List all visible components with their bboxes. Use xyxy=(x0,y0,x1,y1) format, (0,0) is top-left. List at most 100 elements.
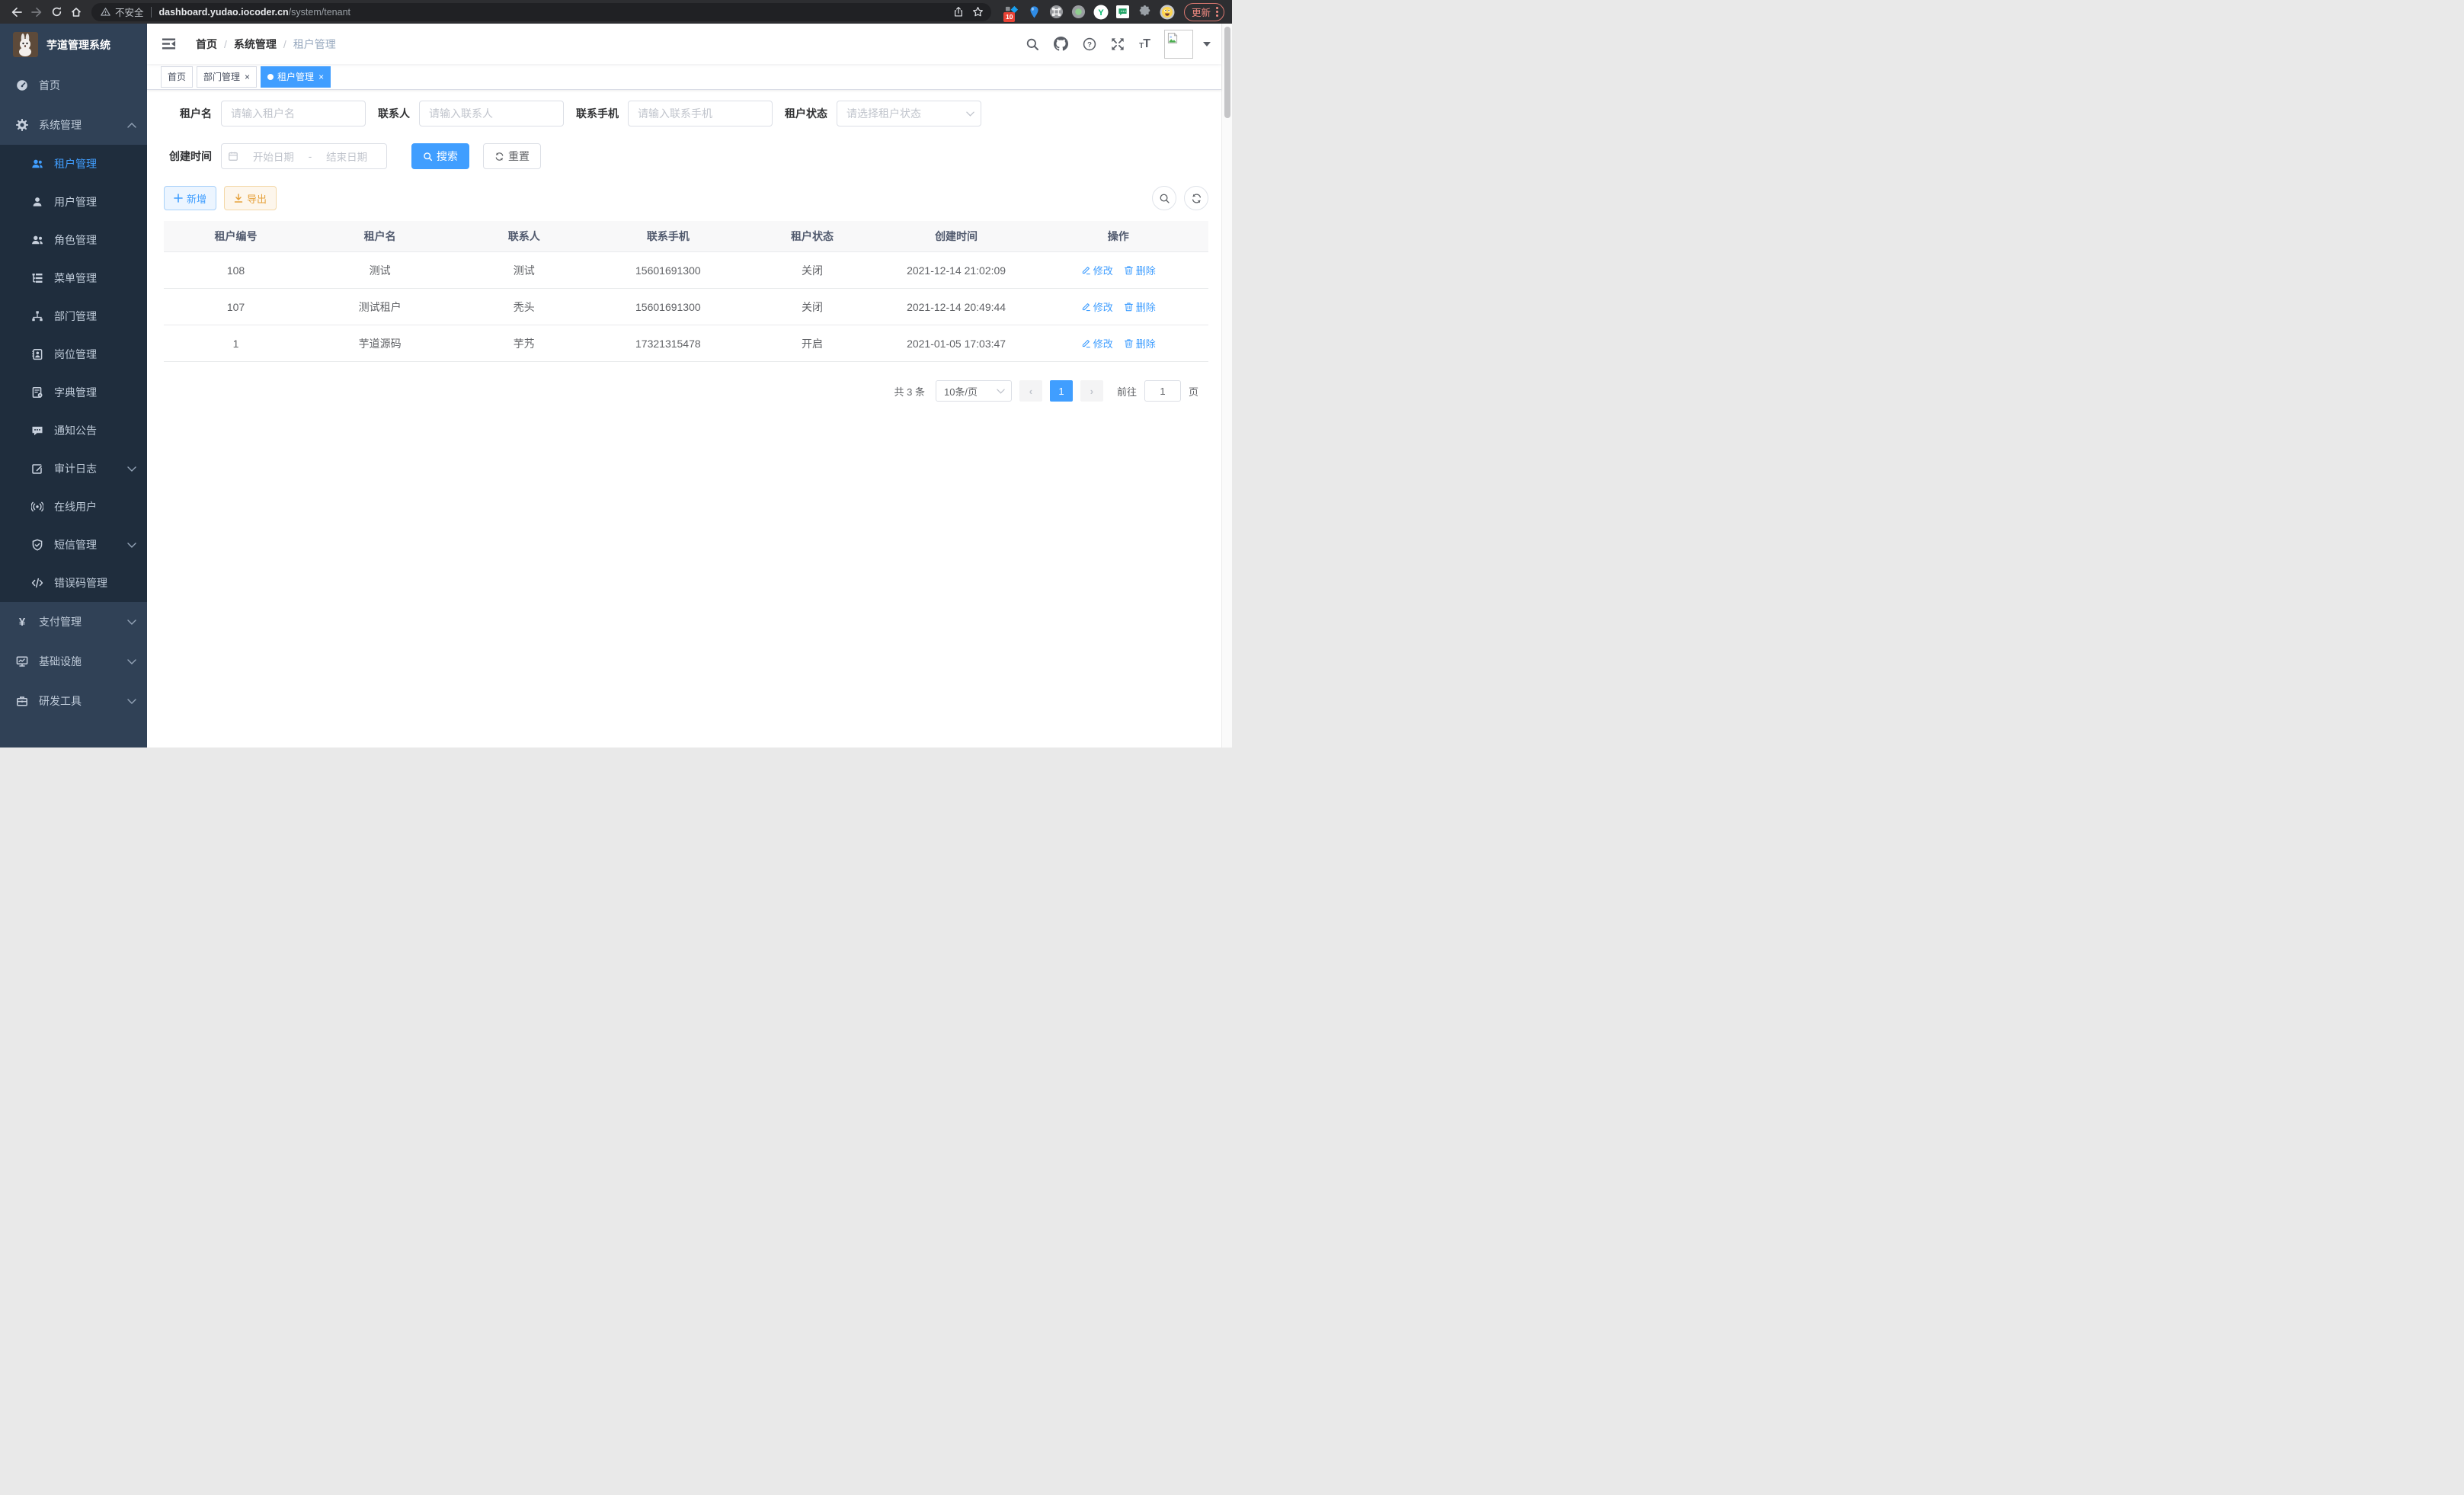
sidebar-item-role[interactable]: 角色管理 xyxy=(0,221,147,259)
sidebar-item-devtool[interactable]: 研发工具 xyxy=(0,681,147,721)
hide-search-button[interactable] xyxy=(1152,186,1176,210)
sidebar-item-audit[interactable]: 审计日志 xyxy=(0,450,147,488)
reload-icon[interactable] xyxy=(47,3,66,21)
filter-phone: 联系手机 xyxy=(576,101,773,126)
sidebar-item-errcode[interactable]: 错误码管理 xyxy=(0,564,147,602)
share-icon[interactable] xyxy=(949,3,968,21)
phone-input[interactable] xyxy=(628,101,773,126)
caret-down-icon[interactable] xyxy=(1203,42,1211,46)
trash-icon xyxy=(1124,302,1134,312)
sidebar-item-menu[interactable]: 菜单管理 xyxy=(0,259,147,297)
delete-label: 删除 xyxy=(1136,263,1156,277)
edit-link[interactable]: 修改 xyxy=(1081,263,1113,277)
forward-icon[interactable] xyxy=(27,3,46,21)
tab-label: 租户管理 xyxy=(277,70,314,83)
sidebar-item-infra[interactable]: 基础设施 xyxy=(0,642,147,681)
font-size-icon[interactable]: TT xyxy=(1139,38,1150,50)
next-page-button[interactable]: › xyxy=(1080,380,1103,402)
app-logo[interactable]: 芋道管理系统 xyxy=(0,24,147,66)
sidebar-item-dept[interactable]: 部门管理 xyxy=(0,297,147,335)
puzzle-extensions-icon[interactable] xyxy=(1138,5,1153,20)
sidebar-item-user[interactable]: 用户管理 xyxy=(0,183,147,221)
sidebar-item-system[interactable]: 系统管理 xyxy=(0,105,147,145)
breadcrumb-item[interactable]: 首页 xyxy=(196,37,217,52)
contact-input[interactable] xyxy=(419,101,564,126)
url-bar[interactable]: 不安全 dashboard.yudao.iocoder.cn/system/te… xyxy=(91,3,991,21)
help-icon[interactable]: ? xyxy=(1083,37,1096,51)
chevron-up-icon xyxy=(127,123,136,128)
profile-avatar-icon[interactable] xyxy=(1160,5,1175,20)
page-scrollbar[interactable] xyxy=(1221,24,1232,748)
book-icon xyxy=(30,386,44,399)
goto-page-input[interactable] xyxy=(1144,380,1181,402)
app-title: 芋道管理系统 xyxy=(46,37,110,53)
delete-link[interactable]: 删除 xyxy=(1124,263,1156,277)
search-icon[interactable] xyxy=(1026,37,1039,51)
tab-租户管理[interactable]: 租户管理 × xyxy=(261,66,331,88)
balloon-extension-icon[interactable] xyxy=(1027,5,1042,20)
hamburger-icon[interactable] xyxy=(162,37,176,51)
reset-button[interactable]: 重置 xyxy=(483,143,541,169)
home-icon[interactable] xyxy=(67,3,85,21)
chevron-down-icon xyxy=(127,659,136,664)
sidebar-item-label: 错误码管理 xyxy=(54,575,107,591)
tab-label: 部门管理 xyxy=(203,70,240,83)
sidebar-item-post[interactable]: 岗位管理 xyxy=(0,335,147,373)
sidebar-item-pay[interactable]: ¥支付管理 xyxy=(0,602,147,642)
sidebar-item-dict[interactable]: 字典管理 xyxy=(0,373,147,411)
tenant-name-input[interactable] xyxy=(221,101,366,126)
yuque-extension-icon[interactable]: Y xyxy=(1093,5,1109,20)
end-date-placeholder: 结束日期 xyxy=(313,149,380,164)
command-extension-icon[interactable] xyxy=(1049,5,1064,20)
user-avatar[interactable] xyxy=(1164,30,1193,59)
github-icon[interactable] xyxy=(1054,37,1068,51)
url-divider xyxy=(151,7,152,18)
export-button[interactable]: 导出 xyxy=(224,186,277,210)
user-icon xyxy=(30,196,44,208)
sidebar-item-online[interactable]: 在线用户 xyxy=(0,488,147,526)
cell-created: 2021-01-05 17:03:47 xyxy=(885,338,1029,350)
column-header: 操作 xyxy=(1029,229,1208,244)
breadcrumb-separator: / xyxy=(224,38,227,50)
record-extension-icon[interactable] xyxy=(1071,5,1086,20)
sidebar-item-sms[interactable]: 短信管理 xyxy=(0,526,147,564)
cell-id: 107 xyxy=(164,301,308,313)
edit-link[interactable]: 修改 xyxy=(1081,336,1113,351)
tab-部门管理[interactable]: 部门管理 × xyxy=(197,66,257,88)
refresh-button[interactable] xyxy=(1184,186,1208,210)
delete-link[interactable]: 删除 xyxy=(1124,299,1156,314)
sidebar-item-home[interactable]: 首页 xyxy=(0,66,147,105)
page-1-button[interactable]: 1 xyxy=(1050,380,1073,402)
add-button[interactable]: 新增 xyxy=(164,186,216,210)
back-icon[interactable] xyxy=(8,3,26,21)
active-tab-dot xyxy=(267,74,274,80)
search-button[interactable]: 搜索 xyxy=(411,143,469,169)
close-icon[interactable]: × xyxy=(318,72,324,82)
sidebar: 芋道管理系统 首页系统管理租户管理用户管理角色管理菜单管理部门管理岗位管理字典管… xyxy=(0,24,147,748)
close-icon[interactable]: × xyxy=(245,72,250,82)
search-icon xyxy=(423,152,433,162)
status-select-placeholder: 请选择租户状态 xyxy=(846,106,921,121)
page-size-select[interactable]: 10条/页 xyxy=(936,380,1012,402)
kebab-menu-icon[interactable] xyxy=(1216,7,1218,17)
delete-link[interactable]: 删除 xyxy=(1124,336,1156,351)
table-row: 107测试租户秃头15601691300关闭2021-12-14 20:49:4… xyxy=(164,289,1208,325)
bookmark-star-icon[interactable] xyxy=(968,3,988,21)
prev-page-button[interactable]: ‹ xyxy=(1019,380,1042,402)
table-row: 1芋道源码芋艿17321315478开启2021-01-05 17:03:47修… xyxy=(164,325,1208,362)
date-separator: - xyxy=(307,151,314,162)
sidebar-item-notice[interactable]: 通知公告 xyxy=(0,411,147,450)
edit-link[interactable]: 修改 xyxy=(1081,299,1113,314)
scrollbar-thumb[interactable] xyxy=(1224,27,1230,118)
date-range-picker[interactable]: 开始日期 - 结束日期 xyxy=(221,143,387,169)
breadcrumb-item[interactable]: 系统管理 xyxy=(234,37,277,52)
status-select[interactable]: 请选择租户状态 xyxy=(837,101,981,126)
grid-badge-extension-icon[interactable]: 10 xyxy=(1005,5,1020,20)
fullscreen-icon[interactable] xyxy=(1111,37,1125,51)
tab-首页[interactable]: 首页 xyxy=(161,66,193,88)
sidebar-item-label: 首页 xyxy=(39,78,60,93)
chat-extension-icon[interactable] xyxy=(1115,5,1131,20)
sidebar-item-label: 菜单管理 xyxy=(54,271,97,286)
sidebar-item-tenant[interactable]: 租户管理 xyxy=(0,145,147,183)
update-button[interactable]: 更新 xyxy=(1184,3,1224,21)
